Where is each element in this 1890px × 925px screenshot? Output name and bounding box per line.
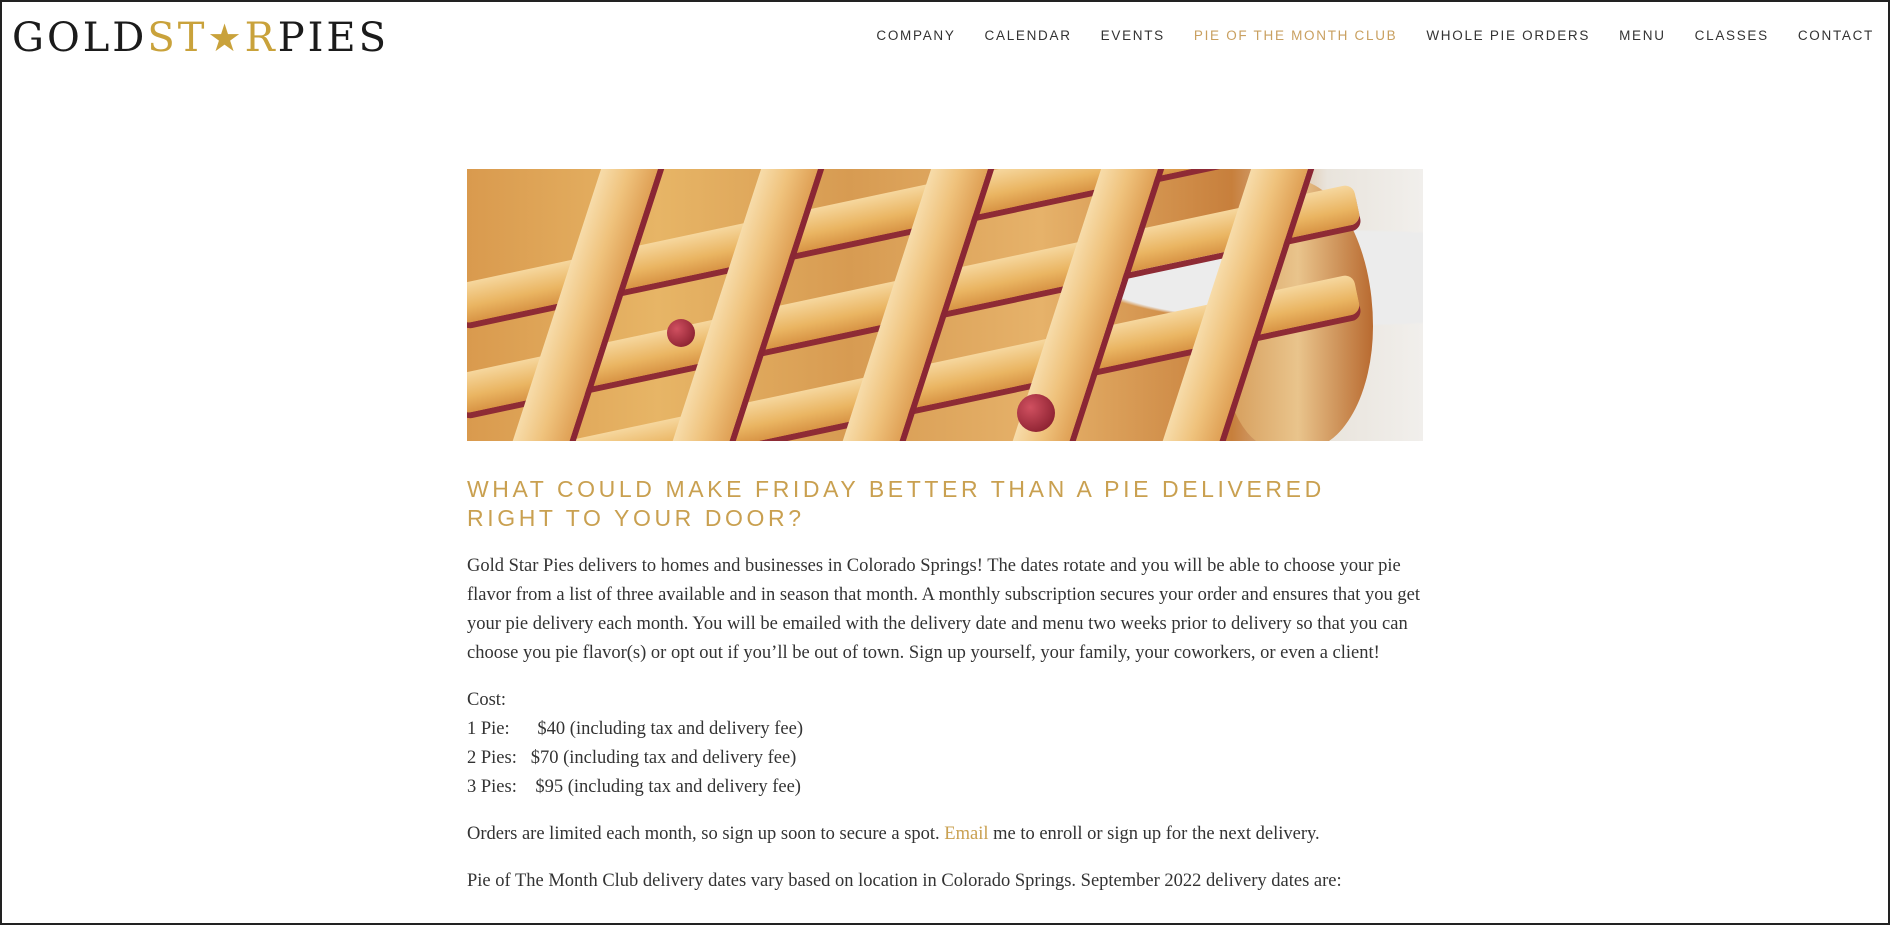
logo-text-gold: GOLD (12, 15, 148, 61)
orders-paragraph: Orders are limited each month, so sign u… (467, 820, 1423, 849)
nav-contact[interactable]: CONTACT (1798, 28, 1874, 43)
email-link[interactable]: Email (944, 824, 988, 844)
orders-text-before: Orders are limited each month, so sign u… (467, 824, 945, 844)
nav-company[interactable]: COMPANY (876, 28, 955, 43)
nav-calendar[interactable]: CALENDAR (985, 28, 1072, 43)
nav-events[interactable]: EVENTS (1101, 28, 1165, 43)
logo-text-r: R (244, 15, 278, 61)
hero-pie-image (467, 169, 1423, 441)
nav-whole-pie-orders[interactable]: WHOLE PIE ORDERS (1426, 28, 1590, 43)
site-header: GOLDST★RPIES COMPANY CALENDAR EVENTS PIE… (2, 2, 1888, 72)
cost-line-2-pies: 2 Pies: $70 (including tax and delivery … (467, 748, 797, 768)
logo-text-st: ST (147, 15, 208, 61)
orders-text-after: me to enroll or sign up for the next del… (988, 824, 1320, 844)
pie-cherry (667, 319, 695, 347)
cost-heading: Cost: (467, 690, 507, 710)
pie-cherry (1017, 394, 1055, 432)
site-logo[interactable]: GOLDST★RPIES (12, 16, 389, 60)
logo-star-icon: ★ (207, 16, 245, 60)
delivery-dates-paragraph: Pie of The Month Club delivery dates var… (467, 871, 1342, 891)
nav-classes[interactable]: CLASSES (1695, 28, 1769, 43)
intro-paragraph: Gold Star Pies delivers to homes and bus… (467, 556, 1421, 663)
cost-line-3-pies: 3 Pies: $95 (including tax and delivery … (467, 777, 801, 797)
page-headline: WHAT COULD MAKE FRIDAY BETTER THAN A PIE… (467, 476, 1325, 531)
main-content: WHAT COULD MAKE FRIDAY BETTER THAN A PIE… (467, 169, 1423, 896)
cost-line-1-pie: 1 Pie: $40 (including tax and delivery f… (467, 719, 803, 739)
cost-section: Cost: 1 Pie: $40 (including tax and deli… (467, 686, 1423, 802)
nav-menu[interactable]: MENU (1619, 28, 1666, 43)
nav-pie-of-the-month-club[interactable]: PIE OF THE MONTH CLUB (1194, 28, 1397, 43)
main-nav: COMPANY CALENDAR EVENTS PIE OF THE MONTH… (847, 28, 1874, 43)
logo-text-pies: PIES (277, 15, 390, 61)
